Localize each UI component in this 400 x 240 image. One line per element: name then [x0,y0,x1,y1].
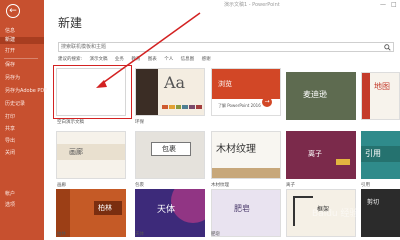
template-madison[interactable]: 麦迪逊 [286,72,356,120]
minimize-button[interactable]: — [380,1,386,8]
template-wood-band [212,168,280,178]
sidebar-item-share[interactable]: 共享 [5,126,15,133]
template-label: 画廊 [57,183,66,188]
template-celestial-orb [171,189,205,223]
sidebar-item-account[interactable]: 帐户 [5,191,15,198]
search-box [58,42,394,52]
template-parcel-title: 包裹 [162,145,176,153]
sidebar-item-options[interactable]: 选项 [5,202,15,209]
sidebar-item-open[interactable]: 打开 [5,48,15,55]
suggested-link[interactable]: 图表 [148,57,157,62]
template-ion[interactable]: 离子 [286,131,356,179]
template-atlas-stripe [362,73,370,119]
suggested-link[interactable]: 业务 [115,57,124,62]
template-gallery-band [57,144,125,160]
highlight-box [53,65,132,119]
template-quotable[interactable]: 引用 [361,131,400,179]
template-savon[interactable]: 肥皂 [211,189,281,237]
maximize-button[interactable]: □ [391,1,397,8]
template-label: 环保 [135,120,144,125]
suggested-link[interactable]: 个人 [164,57,173,62]
suggested-link[interactable]: 信息图 [181,57,195,62]
template-celestial-title: 天体 [157,205,176,215]
backstage-sidebar: ← 信息 新建 打开 保存 另存为 另存为Adobe PDF 历史记录 打印 共… [0,0,47,240]
template-label: 天体 [135,232,144,237]
back-arrow-icon[interactable]: ← [6,4,20,18]
sidebar-item-save-as[interactable]: 另存为 [5,75,20,82]
template-frame-corner [293,196,313,226]
sidebar-item-info[interactable]: 信息 [5,28,15,35]
template-madison-title: 麦迪逊 [303,90,327,99]
template-wood-type-title: 木材纹理 [216,144,256,155]
template-atlas[interactable]: 地图 [361,72,400,120]
template-savon-title: 肥皂 [234,204,250,213]
template-label: 包裹 [135,183,144,188]
suggested-label: 建议的搜索: [58,57,83,62]
template-color-swatches [162,105,202,109]
template-label: 离子 [286,183,295,188]
template-celestial[interactable]: 天体 [135,189,205,237]
sidebar-item-save-as-pdf[interactable]: 另存为Adobe PDF [5,88,47,95]
template-tour-title: 浏览 [218,80,232,88]
template-aa[interactable]: Aa [135,68,205,116]
sidebar-item-print[interactable]: 打印 [5,114,15,121]
suggested-searches: 建议的搜索: 演示文稿 业务 教育 图表 个人 信息图 感谢 [58,56,217,63]
template-quotable-title: 引用 [365,149,381,158]
template-label: 木材纹理 [211,183,229,188]
sidebar-item-history[interactable]: 历史记录 [5,101,25,108]
template-tour-subtitle: 了解 PowerPoint 2016 [218,103,261,108]
sidebar-item-save[interactable]: 保存 [5,62,15,69]
template-berlin-stripe [56,189,70,237]
window-title: 演示文稿1 - PowerPoint [224,2,280,8]
title-bar: 演示文稿1 - PowerPoint — □ [44,0,400,10]
template-cut-title: 剪切 [367,199,380,206]
suggested-link[interactable]: 教育 [131,57,140,62]
sidebar-item-close[interactable]: 关闭 [5,150,15,157]
search-input[interactable] [61,43,373,51]
suggested-link[interactable]: 感谢 [202,57,211,62]
next-arrow-icon: → [262,97,272,107]
template-ion-title: 离子 [308,150,322,158]
template-berlin[interactable]: 柏林 [56,189,126,237]
template-wood-type[interactable]: 木材纹理 [211,131,281,179]
template-parcel[interactable]: 包裹 [135,131,205,179]
template-label: 空白演示文稿 [57,120,84,125]
sidebar-separator [4,58,38,59]
template-gallery-title: 画廊 [69,148,83,156]
template-berlin-title: 柏林 [98,204,112,212]
template-gallery[interactable]: 画廊 [56,131,126,179]
template-atlas-title: 地图 [374,82,390,91]
template-aa-text: Aa [164,73,186,92]
search-icon[interactable] [384,44,391,51]
template-ion-accent [336,159,350,165]
page-title: 新建 [58,16,83,30]
template-label: 引用 [361,183,370,188]
template-label: 柏林 [57,232,66,237]
sidebar-item-export[interactable]: 导出 [5,138,15,145]
watermark: Baidu 经验 [312,209,359,219]
template-dark-band [136,69,158,115]
template-tour[interactable]: 浏览 了解 PowerPoint 2016 → [211,68,281,116]
suggested-link[interactable]: 演示文稿 [89,57,107,62]
template-label: 肥皂 [211,232,220,237]
sidebar-item-new[interactable]: 新建 [0,37,44,44]
template-cut[interactable]: 剪切 [361,189,400,237]
